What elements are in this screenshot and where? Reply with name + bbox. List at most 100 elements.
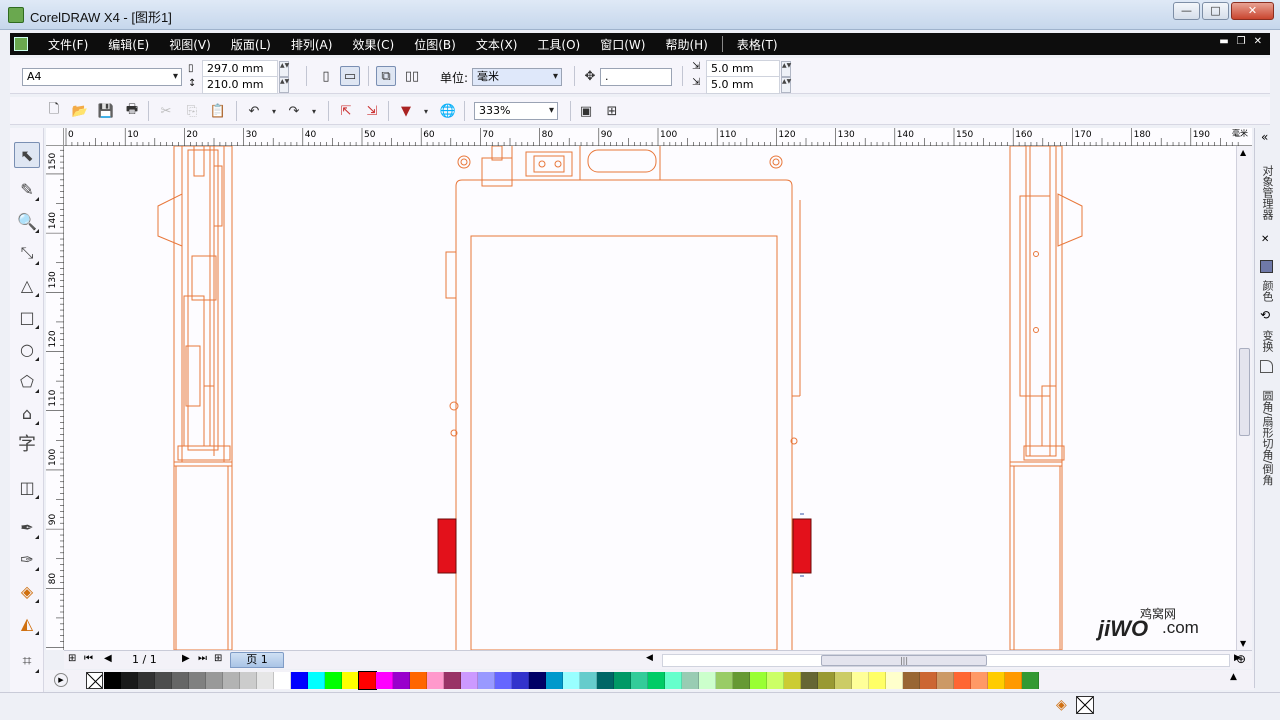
add-page-before-icon[interactable]: ⊞	[68, 653, 76, 664]
import-icon[interactable]: ⇱	[336, 101, 356, 121]
vertical-ruler[interactable]: 150 140 130 120 110 100 90 80	[46, 146, 64, 654]
crop-tool-icon[interactable]: ⌗	[14, 648, 40, 674]
drawing-canvas[interactable]	[64, 146, 1236, 650]
duplicate-y-field[interactable]: 5.0 mm	[706, 76, 780, 94]
color-swatch[interactable]	[886, 672, 903, 689]
docker-tab-object-manager[interactable]: 对象管理器	[1259, 152, 1275, 232]
menu-bitmaps[interactable]: 位图(B)	[404, 36, 466, 53]
color-swatch[interactable]	[308, 672, 325, 689]
menu-tools[interactable]: 工具(O)	[527, 36, 590, 53]
menu-window[interactable]: 窗口(W)	[590, 36, 655, 53]
color-swatch[interactable]	[699, 672, 716, 689]
doc-minimize-icon[interactable]: ▬	[1219, 36, 1228, 47]
outline-tool-icon[interactable]: ✑	[14, 546, 40, 572]
horizontal-scroll-thumb[interactable]: |||	[821, 655, 987, 666]
palette-scroll-icon[interactable]: ▶	[54, 673, 68, 687]
color-swatch[interactable]	[988, 672, 1005, 689]
close-button[interactable]: ✕	[1231, 2, 1274, 20]
vertical-scroll-thumb[interactable]	[1239, 348, 1250, 436]
horizontal-scrollbar[interactable]: |||	[662, 654, 1230, 667]
save-icon[interactable]: 💾	[96, 101, 116, 121]
polygon-tool-icon[interactable]: ⬠	[14, 368, 40, 394]
all-pages-icon[interactable]: ⧉	[376, 66, 396, 86]
fill-tool-icon[interactable]: ◈	[14, 578, 40, 604]
zoom-tool-icon[interactable]: 🔍	[14, 208, 40, 234]
navigator-zoom-icon[interactable]: ⊕	[1236, 652, 1246, 666]
landscape-icon[interactable]: ▭	[340, 66, 360, 86]
color-swatch[interactable]	[121, 672, 138, 689]
color-swatch[interactable]	[291, 672, 308, 689]
cut-icon[interactable]: ✂	[156, 101, 176, 121]
nudge-distance-field[interactable]: .	[600, 68, 672, 86]
color-swatch[interactable]	[189, 672, 206, 689]
first-page-icon[interactable]: ⏮	[84, 653, 93, 664]
eyedropper-tool-icon[interactable]: ✒	[14, 514, 40, 540]
color-swatch[interactable]	[104, 672, 121, 689]
transform-docker-icon[interactable]: ⟲	[1260, 308, 1270, 322]
page-tab[interactable]: 页 1	[230, 652, 284, 668]
outline-indicator-icon[interactable]	[1076, 696, 1094, 714]
ruler-origin[interactable]	[46, 128, 64, 146]
menu-layout[interactable]: 版面(L)	[221, 36, 281, 53]
horizontal-ruler[interactable]: 0 10 20 30 40 50 60 70 80 90 100 110 120 130 140 150 160…	[64, 128, 1252, 146]
width-spinner[interactable]: ▲▼	[279, 61, 289, 77]
portrait-icon[interactable]: ▯	[316, 66, 336, 86]
color-swatch[interactable]	[206, 672, 223, 689]
new-document-icon[interactable]: 🗋	[44, 101, 64, 121]
color-swatch[interactable]	[750, 672, 767, 689]
pick-tool-icon[interactable]: ⬉	[14, 142, 40, 168]
maximize-button[interactable]: □	[1202, 2, 1229, 20]
last-page-icon[interactable]: ⏭	[198, 653, 207, 664]
color-swatch[interactable]	[410, 672, 427, 689]
color-swatch[interactable]	[580, 672, 597, 689]
docker-close-icon[interactable]: ✕	[1261, 234, 1269, 245]
snap-to-icon[interactable]: ▣	[576, 101, 596, 121]
vertical-scrollbar[interactable]: ▲ ▼	[1236, 146, 1252, 650]
color-swatch[interactable]	[937, 672, 954, 689]
scroll-down-icon[interactable]: ▼	[1240, 639, 1246, 648]
color-swatch[interactable]	[240, 672, 257, 689]
minimize-button[interactable]: —	[1173, 2, 1200, 20]
page-size-select[interactable]: A4	[22, 68, 182, 86]
shape-tool-icon[interactable]: ✎	[14, 176, 40, 202]
no-fill-swatch[interactable]	[86, 672, 103, 689]
print-icon[interactable]: 🖶	[122, 101, 142, 121]
color-swatch[interactable]	[325, 672, 342, 689]
color-swatch[interactable]	[138, 672, 155, 689]
color-swatch[interactable]	[1022, 672, 1039, 689]
undo-dropdown-icon[interactable]: ▾	[264, 101, 284, 121]
copy-icon[interactable]: ⎘	[182, 101, 202, 121]
color-swatch[interactable]	[1005, 672, 1022, 689]
height-spinner[interactable]: ▲▼	[279, 77, 289, 93]
color-swatch[interactable]	[461, 672, 478, 689]
options-icon[interactable]: ⊞	[602, 101, 622, 121]
color-swatch[interactable]	[427, 672, 444, 689]
doc-close-icon[interactable]: ✕	[1254, 36, 1262, 47]
color-swatch[interactable]	[852, 672, 869, 689]
color-swatch[interactable]	[784, 672, 801, 689]
text-tool-icon[interactable]: 字	[14, 430, 40, 456]
application-launcher-icon[interactable]: ▼	[396, 101, 416, 121]
dup-y-spinner[interactable]: ▲▼	[781, 77, 791, 93]
color-swatch[interactable]	[512, 672, 529, 689]
color-swatch[interactable]	[358, 671, 377, 690]
color-swatch[interactable]	[223, 672, 240, 689]
color-swatch[interactable]	[529, 672, 546, 689]
color-swatch[interactable]	[478, 672, 495, 689]
color-swatch[interactable]	[376, 672, 393, 689]
basic-shapes-tool-icon[interactable]: ⌂	[14, 400, 40, 426]
docker-tab-transform[interactable]: 变换	[1259, 326, 1275, 356]
welcome-screen-icon[interactable]: 🌐	[438, 101, 458, 121]
units-select[interactable]: 毫米	[472, 68, 562, 86]
color-swatch[interactable]	[172, 672, 189, 689]
color-swatch[interactable]	[274, 672, 291, 689]
color-swatch[interactable]	[818, 672, 835, 689]
color-swatch[interactable]	[733, 672, 750, 689]
freehand-tool-icon[interactable]: ⤡	[14, 240, 40, 266]
document-icon[interactable]	[14, 37, 28, 51]
zoom-levels-select[interactable]: 333%	[474, 102, 558, 120]
color-swatch[interactable]	[342, 672, 359, 689]
color-swatch[interactable]	[954, 672, 971, 689]
doc-restore-icon[interactable]: ❐	[1237, 36, 1246, 47]
add-page-after-icon[interactable]: ⊞	[214, 653, 222, 664]
